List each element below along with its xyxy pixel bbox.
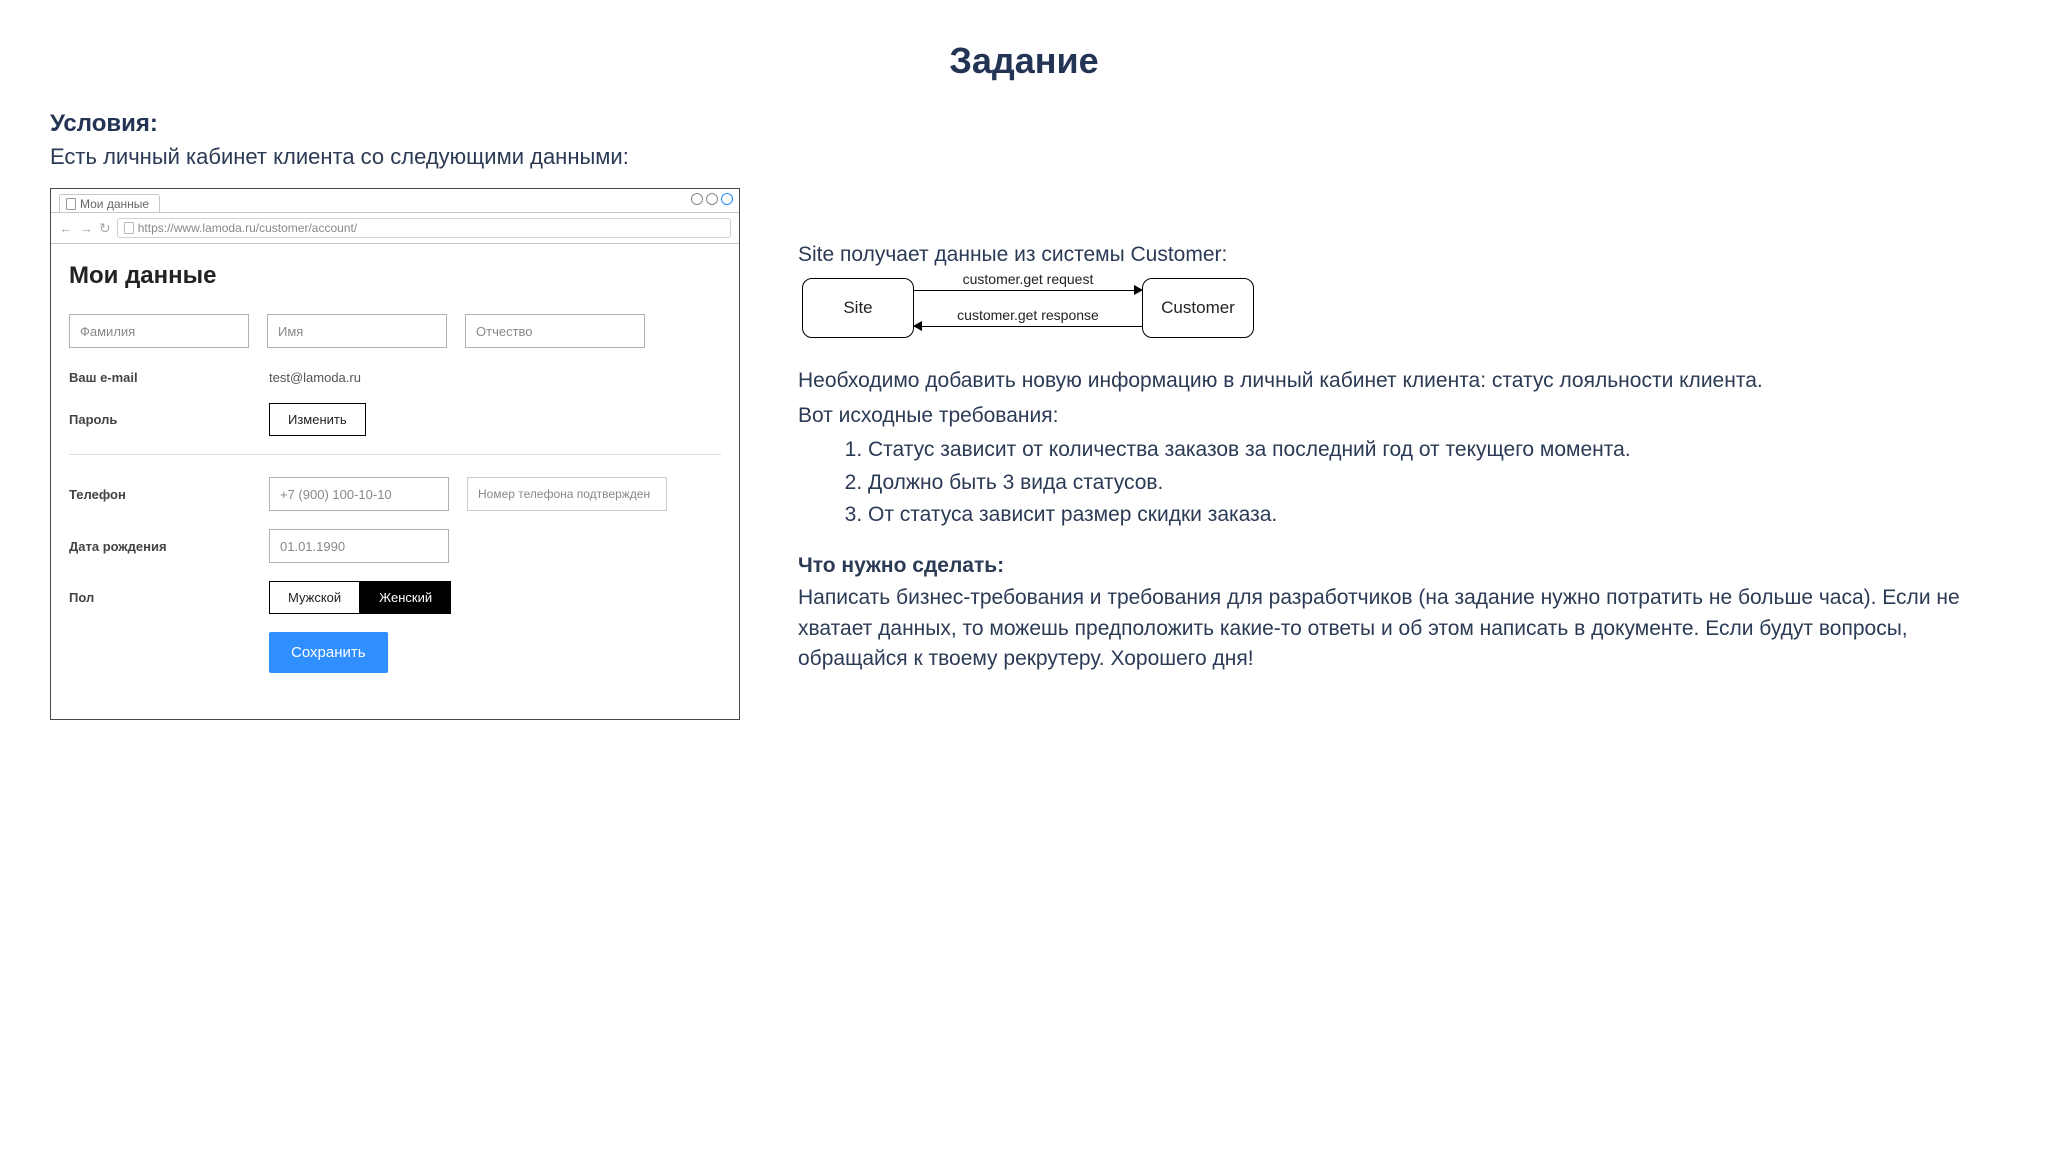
gender-label: Пол — [69, 590, 269, 605]
back-icon[interactable]: ← — [59, 220, 73, 236]
password-label: Пароль — [69, 412, 269, 427]
dob-label: Дата рождения — [69, 539, 269, 554]
account-form: Мои данные Фамилия Имя Отчество Ваш e-ma… — [51, 244, 739, 719]
requirement-item: Должно быть 3 вида статусов. — [868, 468, 1998, 498]
lastname-input[interactable]: Фамилия — [69, 314, 249, 348]
diagram-caption: Site получает данные из системы Customer… — [798, 240, 1998, 270]
phone-label: Телефон — [69, 487, 269, 502]
form-title: Мои данные — [69, 262, 721, 290]
diagram-request-label: customer.get request — [914, 269, 1142, 289]
conditions-heading: Условия: — [50, 110, 1998, 138]
url-text: https://www.lamoda.ru/customer/account/ — [138, 221, 357, 235]
browser-tab-label: Мои данные — [80, 197, 149, 211]
browser-mock: Мои данные ← → ↻ https://www.lamoda.ru/c… — [50, 188, 740, 720]
todo-heading: Что нужно сделать: — [798, 551, 1998, 581]
todo-body: Написать бизнес-требования и требования … — [798, 583, 1998, 674]
email-value: test@lamoda.ru — [269, 370, 361, 385]
save-button[interactable]: Сохранить — [269, 632, 388, 673]
diagram-site-box: Site — [802, 278, 914, 338]
dob-input[interactable]: 01.01.1990 — [269, 529, 449, 563]
system-diagram: Site customer.get request customer.get r… — [802, 278, 1998, 338]
task-req-intro: Вот исходные требования: — [798, 401, 1998, 431]
browser-tabbar: Мои данные — [51, 189, 739, 213]
reload-icon[interactable]: ↻ — [99, 220, 111, 237]
firstname-input[interactable]: Имя — [267, 314, 447, 348]
forward-icon[interactable]: → — [79, 220, 93, 236]
window-control-dot[interactable] — [721, 193, 733, 205]
patronymic-input[interactable]: Отчество — [465, 314, 645, 348]
task-need-add: Необходимо добавить новую информацию в л… — [798, 366, 1998, 396]
change-password-button[interactable]: Изменить — [269, 403, 366, 436]
diagram-customer-box: Customer — [1142, 278, 1254, 338]
gender-male-button[interactable]: Мужской — [269, 581, 360, 614]
window-controls — [691, 193, 733, 205]
page-title: Задание — [50, 40, 1998, 82]
requirement-item: От статуса зависит размер скидки заказа. — [868, 500, 1998, 530]
conditions-sub: Есть личный кабинет клиента со следующим… — [50, 144, 1998, 170]
page-icon — [124, 222, 134, 234]
window-control-dot[interactable] — [706, 193, 718, 205]
url-field[interactable]: https://www.lamoda.ru/customer/account/ — [117, 218, 731, 238]
arrow-left-icon — [914, 326, 1142, 328]
phone-status: Номер телефона подтвержден — [467, 477, 667, 511]
arrow-right-icon — [914, 290, 1142, 292]
requirements-list: Статус зависит от количества заказов за … — [798, 435, 1998, 530]
diagram-response-label: customer.get response — [914, 305, 1142, 325]
gender-female-button[interactable]: Женский — [360, 581, 451, 614]
phone-input[interactable]: +7 (900) 100-10-10 — [269, 477, 449, 511]
browser-tab[interactable]: Мои данные — [59, 194, 160, 212]
requirement-item: Статус зависит от количества заказов за … — [868, 435, 1998, 465]
divider — [69, 454, 721, 455]
browser-addressbar: ← → ↻ https://www.lamoda.ru/customer/acc… — [51, 213, 739, 244]
page-icon — [66, 198, 76, 210]
email-label: Ваш e-mail — [69, 370, 269, 385]
gender-toggle: Мужской Женский — [269, 581, 451, 614]
window-control-dot[interactable] — [691, 193, 703, 205]
